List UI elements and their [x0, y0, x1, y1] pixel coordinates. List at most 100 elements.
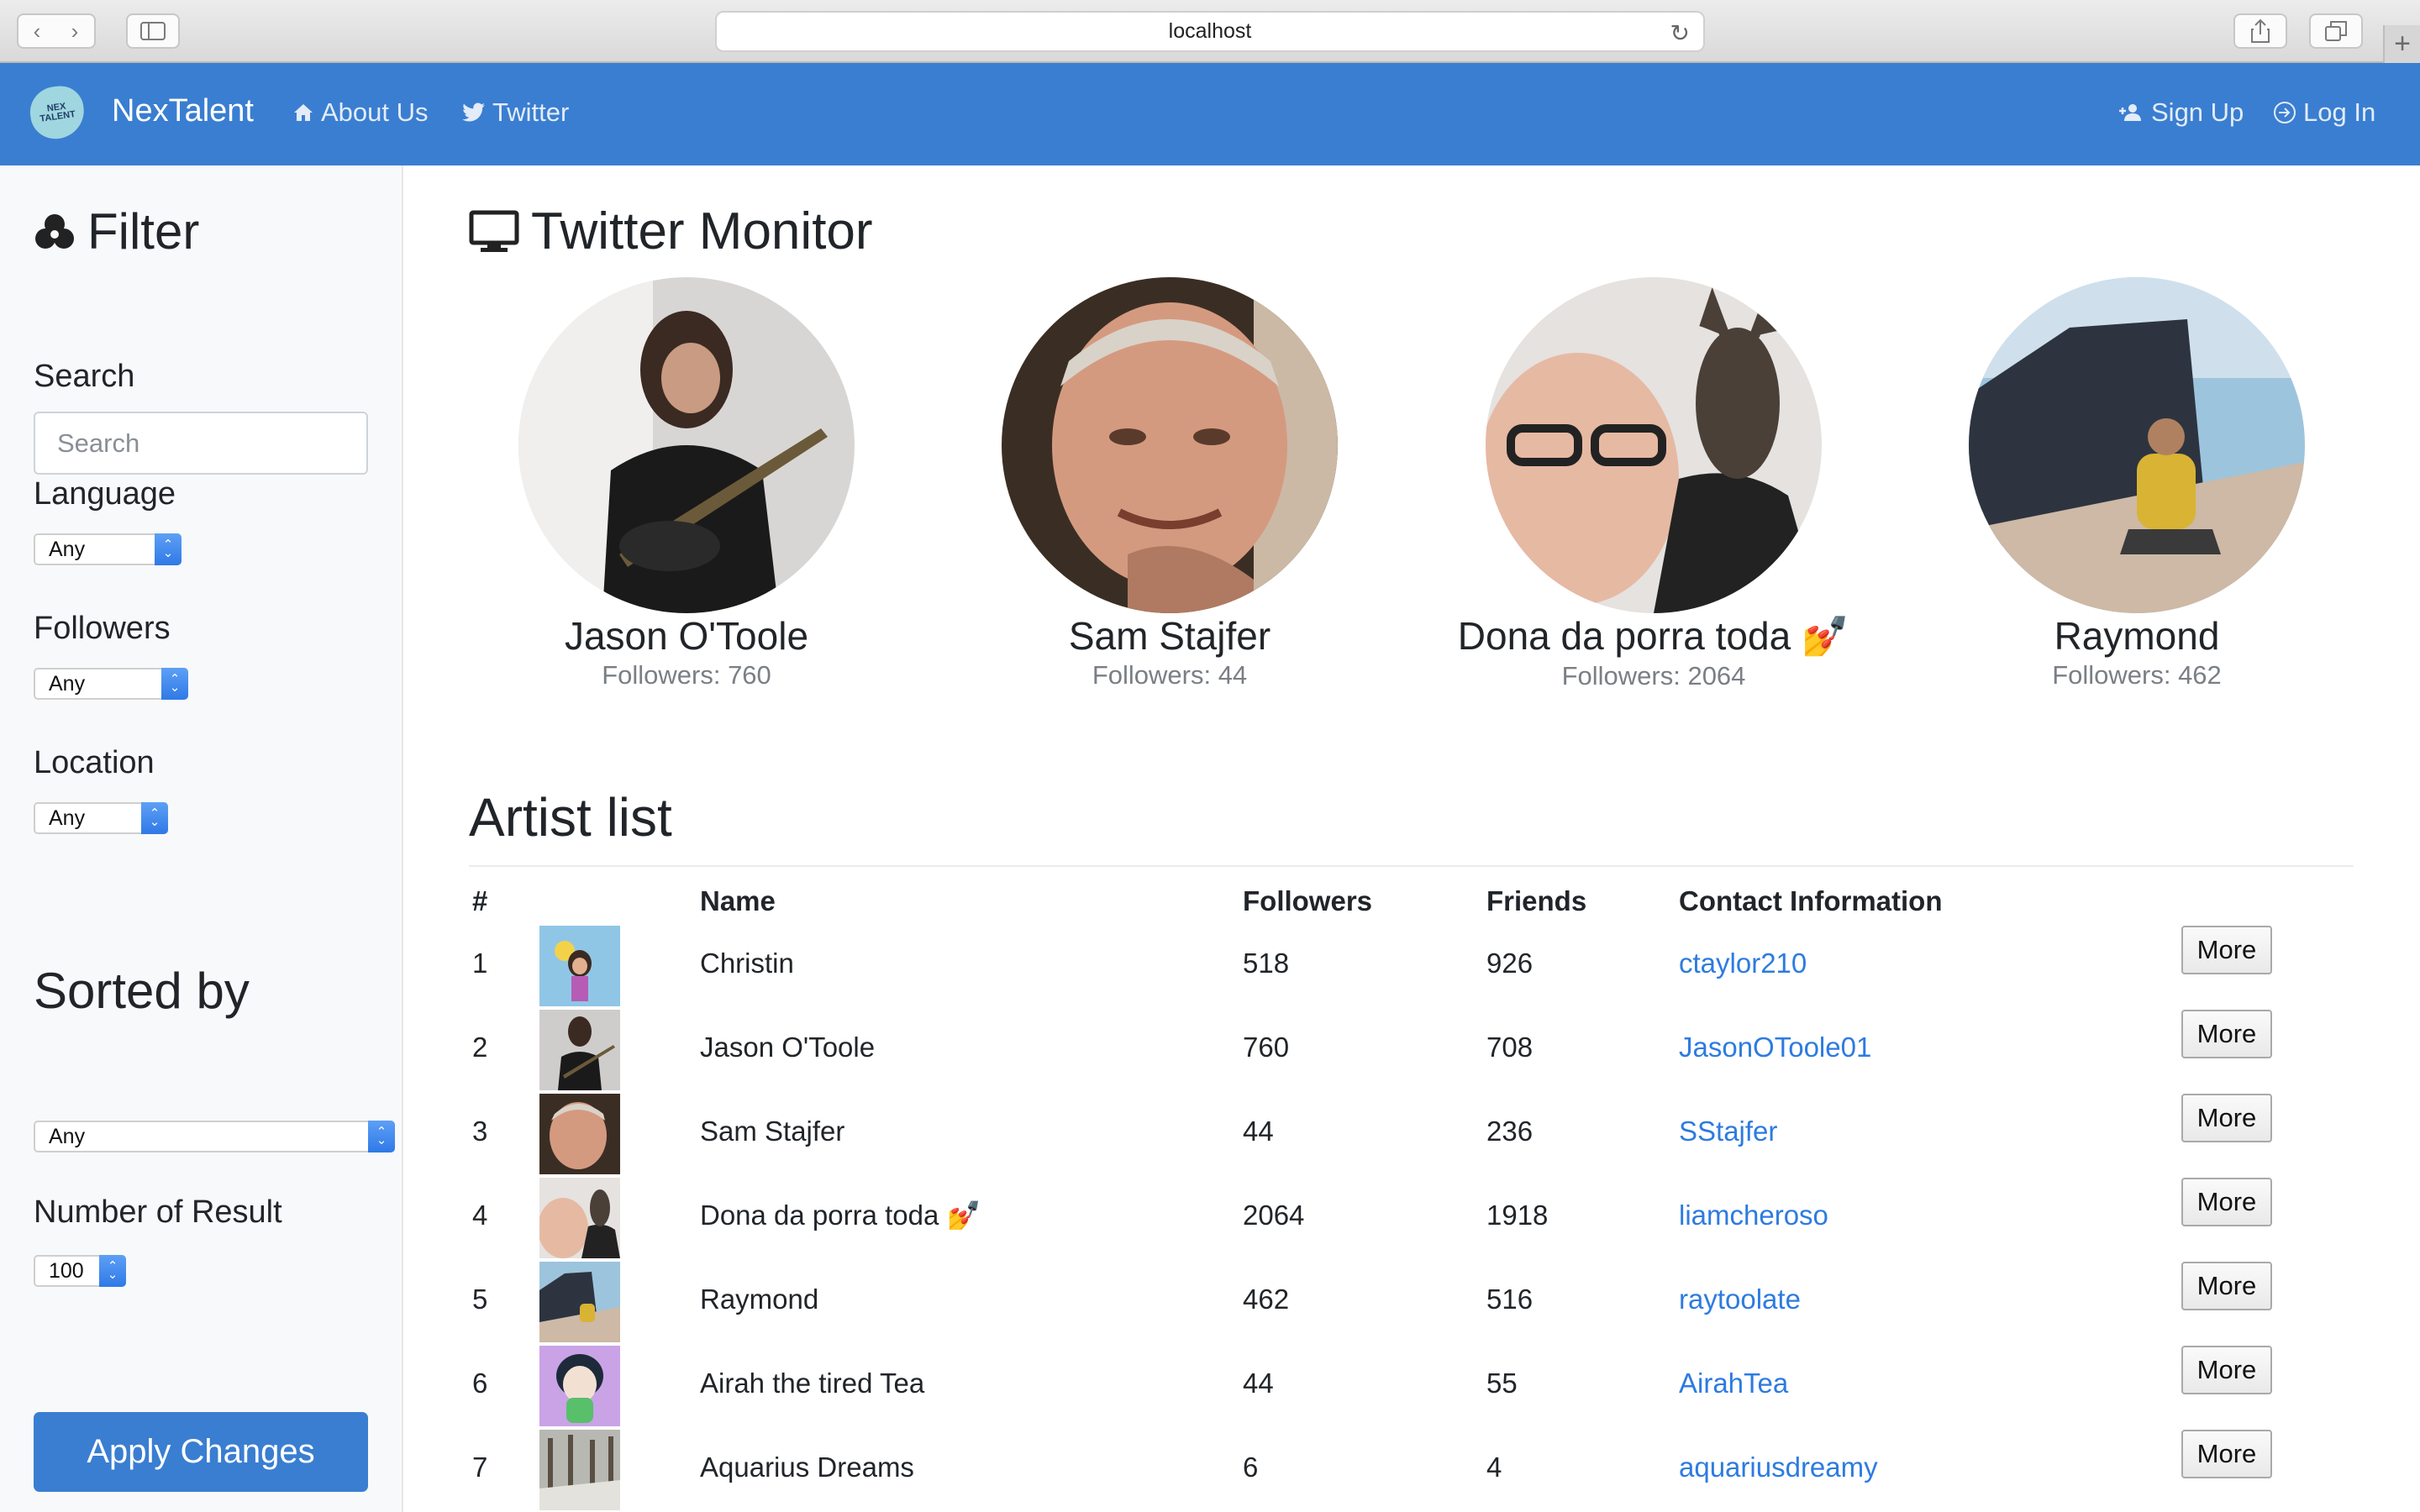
featured-name: Sam Stajfer — [1068, 614, 1271, 658]
column-header-number: # — [472, 885, 488, 916]
avatar[interactable] — [539, 1430, 620, 1510]
brand-name[interactable]: NexTalent — [112, 93, 254, 129]
nav-about-us[interactable]: About Us — [292, 97, 429, 128]
home-icon — [294, 104, 313, 121]
reload-icon[interactable]: ↻ — [1670, 19, 1690, 47]
table-row: 5 Raymond 462 516 raytoolate More — [0, 1258, 2420, 1342]
new-tab-button[interactable]: + — [2383, 25, 2420, 63]
followers-prefix: Followers: — [2052, 660, 2179, 690]
nav-log-in[interactable]: Log In — [2273, 97, 2375, 128]
followers-count: 462 — [2178, 660, 2222, 690]
search-label: Search — [34, 359, 135, 394]
avatar[interactable] — [1002, 277, 1338, 613]
featured-artist-card[interactable]: Jason O'Toole Followers: 760 — [468, 277, 905, 690]
followers-count: 44 — [1218, 660, 1248, 690]
nav-sign-up[interactable]: Sign Up — [2118, 97, 2244, 128]
more-button[interactable]: More — [2181, 1430, 2272, 1478]
artist-friends: 55 — [1486, 1368, 1518, 1399]
featured-artist-card[interactable]: Sam Stajfer Followers: 44 — [951, 277, 1388, 690]
divider — [469, 865, 2354, 867]
chevron-left-icon: ‹ — [33, 18, 41, 44]
nav-twitter[interactable]: Twitter — [462, 97, 569, 128]
search-input[interactable] — [34, 412, 368, 475]
artist-friends: 708 — [1486, 1032, 1534, 1063]
artist-followers: 44 — [1243, 1116, 1274, 1147]
column-header-name: Name — [700, 885, 776, 916]
avatar[interactable] — [539, 1178, 620, 1258]
artist-friends: 4 — [1486, 1452, 1502, 1483]
more-button[interactable]: More — [2181, 1178, 2272, 1226]
browser-toolbar: ‹ › localhost ↻ + — [0, 0, 2420, 63]
artist-followers: 6 — [1243, 1452, 1259, 1483]
row-number: 3 — [472, 1116, 488, 1147]
address-bar[interactable]: localhost ↻ — [715, 11, 1705, 52]
avatar[interactable] — [1969, 277, 2305, 613]
chevron-right-icon: › — [71, 18, 79, 44]
more-button[interactable]: More — [2181, 1346, 2272, 1394]
avatar[interactable] — [539, 1094, 620, 1174]
contact-link[interactable]: AirahTea — [1679, 1368, 1788, 1399]
avatar[interactable] — [539, 1010, 620, 1090]
table-row: 3 Sam Stajfer 44 236 SStajfer More — [0, 1090, 2420, 1174]
more-button[interactable]: More — [2181, 1262, 2272, 1310]
contact-link[interactable]: JasonOToole01 — [1679, 1032, 1871, 1063]
avatar[interactable] — [539, 1262, 620, 1342]
back-button[interactable]: ‹ — [17, 13, 57, 49]
twitter-monitor-title: Twitter Monitor — [531, 202, 873, 260]
row-number: 2 — [472, 1032, 488, 1063]
artist-followers: 518 — [1243, 948, 1290, 979]
artist-friends: 516 — [1486, 1284, 1534, 1315]
nav-login-label: Log In — [2303, 97, 2376, 127]
avatar[interactable] — [539, 1346, 620, 1426]
featured-followers: Followers: 2064 — [1435, 661, 1872, 691]
followers-count: 760 — [728, 660, 771, 690]
nav-twitter-label: Twitter — [492, 97, 570, 127]
select-arrows-icon: ⌃ ⌄ — [161, 668, 188, 700]
followers-select[interactable]: Any ⌃ ⌄ — [34, 668, 188, 700]
select-arrows-icon: ⌃ ⌄ — [141, 802, 168, 834]
row-number: 6 — [472, 1368, 488, 1399]
contact-link[interactable]: SStajfer — [1679, 1116, 1777, 1147]
featured-artist-card[interactable]: Raymond Followers: 462 — [1918, 277, 2355, 690]
artist-followers: 462 — [1243, 1284, 1290, 1315]
followers-value: Any — [49, 671, 86, 696]
table-row: 7 Aquarius Dreams 6 4 aquariusdreamy Mor… — [0, 1426, 2420, 1510]
location-value: Any — [49, 806, 86, 830]
tabs-icon — [2325, 21, 2347, 41]
artist-name: Christin — [700, 948, 794, 979]
language-select[interactable]: Any ⌃ ⌄ — [34, 533, 182, 565]
avatar[interactable] — [518, 277, 855, 613]
column-header-friends: Friends — [1486, 885, 1587, 916]
artist-name: Airah the tired Tea — [700, 1368, 925, 1399]
artist-friends: 236 — [1486, 1116, 1534, 1147]
url-text: localhost — [1168, 19, 1252, 43]
avatar[interactable] — [539, 926, 620, 1006]
artist-list-heading: Artist list — [469, 787, 672, 848]
featured-artist-card[interactable]: Dona da porra toda 💅 Followers: 2064 — [1435, 277, 1872, 691]
more-button[interactable]: More — [2181, 926, 2272, 974]
more-button[interactable]: More — [2181, 1094, 2272, 1142]
artist-followers: 760 — [1243, 1032, 1290, 1063]
sidebar-toggle-button[interactable] — [126, 13, 180, 49]
logo-text: NEX TALENT — [39, 101, 76, 124]
location-select[interactable]: Any ⌃ ⌄ — [34, 802, 168, 834]
featured-name: Raymond — [2054, 614, 2220, 658]
artist-name: Aquarius Dreams — [700, 1452, 914, 1483]
avatar[interactable] — [1486, 277, 1822, 613]
share-button[interactable] — [2233, 13, 2287, 49]
tabs-overview-button[interactable] — [2309, 13, 2363, 49]
filter-icon — [35, 213, 74, 249]
contact-link[interactable]: liamcheroso — [1679, 1200, 1828, 1231]
artist-friends: 926 — [1486, 948, 1534, 979]
artist-name: Dona da porra toda 💅 — [700, 1200, 981, 1231]
brand-logo[interactable]: NEX TALENT — [26, 82, 88, 143]
twitter-monitor-heading: Twitter Monitor — [469, 202, 873, 261]
row-number: 7 — [472, 1452, 488, 1483]
contact-link[interactable]: ctaylor210 — [1679, 948, 1807, 979]
forward-button[interactable]: › — [55, 13, 96, 49]
more-button[interactable]: More — [2181, 1010, 2272, 1058]
contact-link[interactable]: raytoolate — [1679, 1284, 1801, 1315]
top-navbar: NEX TALENT NexTalent About Us Twitter Si… — [0, 63, 2420, 165]
contact-link[interactable]: aquariusdreamy — [1679, 1452, 1878, 1483]
select-arrows-icon: ⌃ ⌄ — [155, 533, 182, 565]
